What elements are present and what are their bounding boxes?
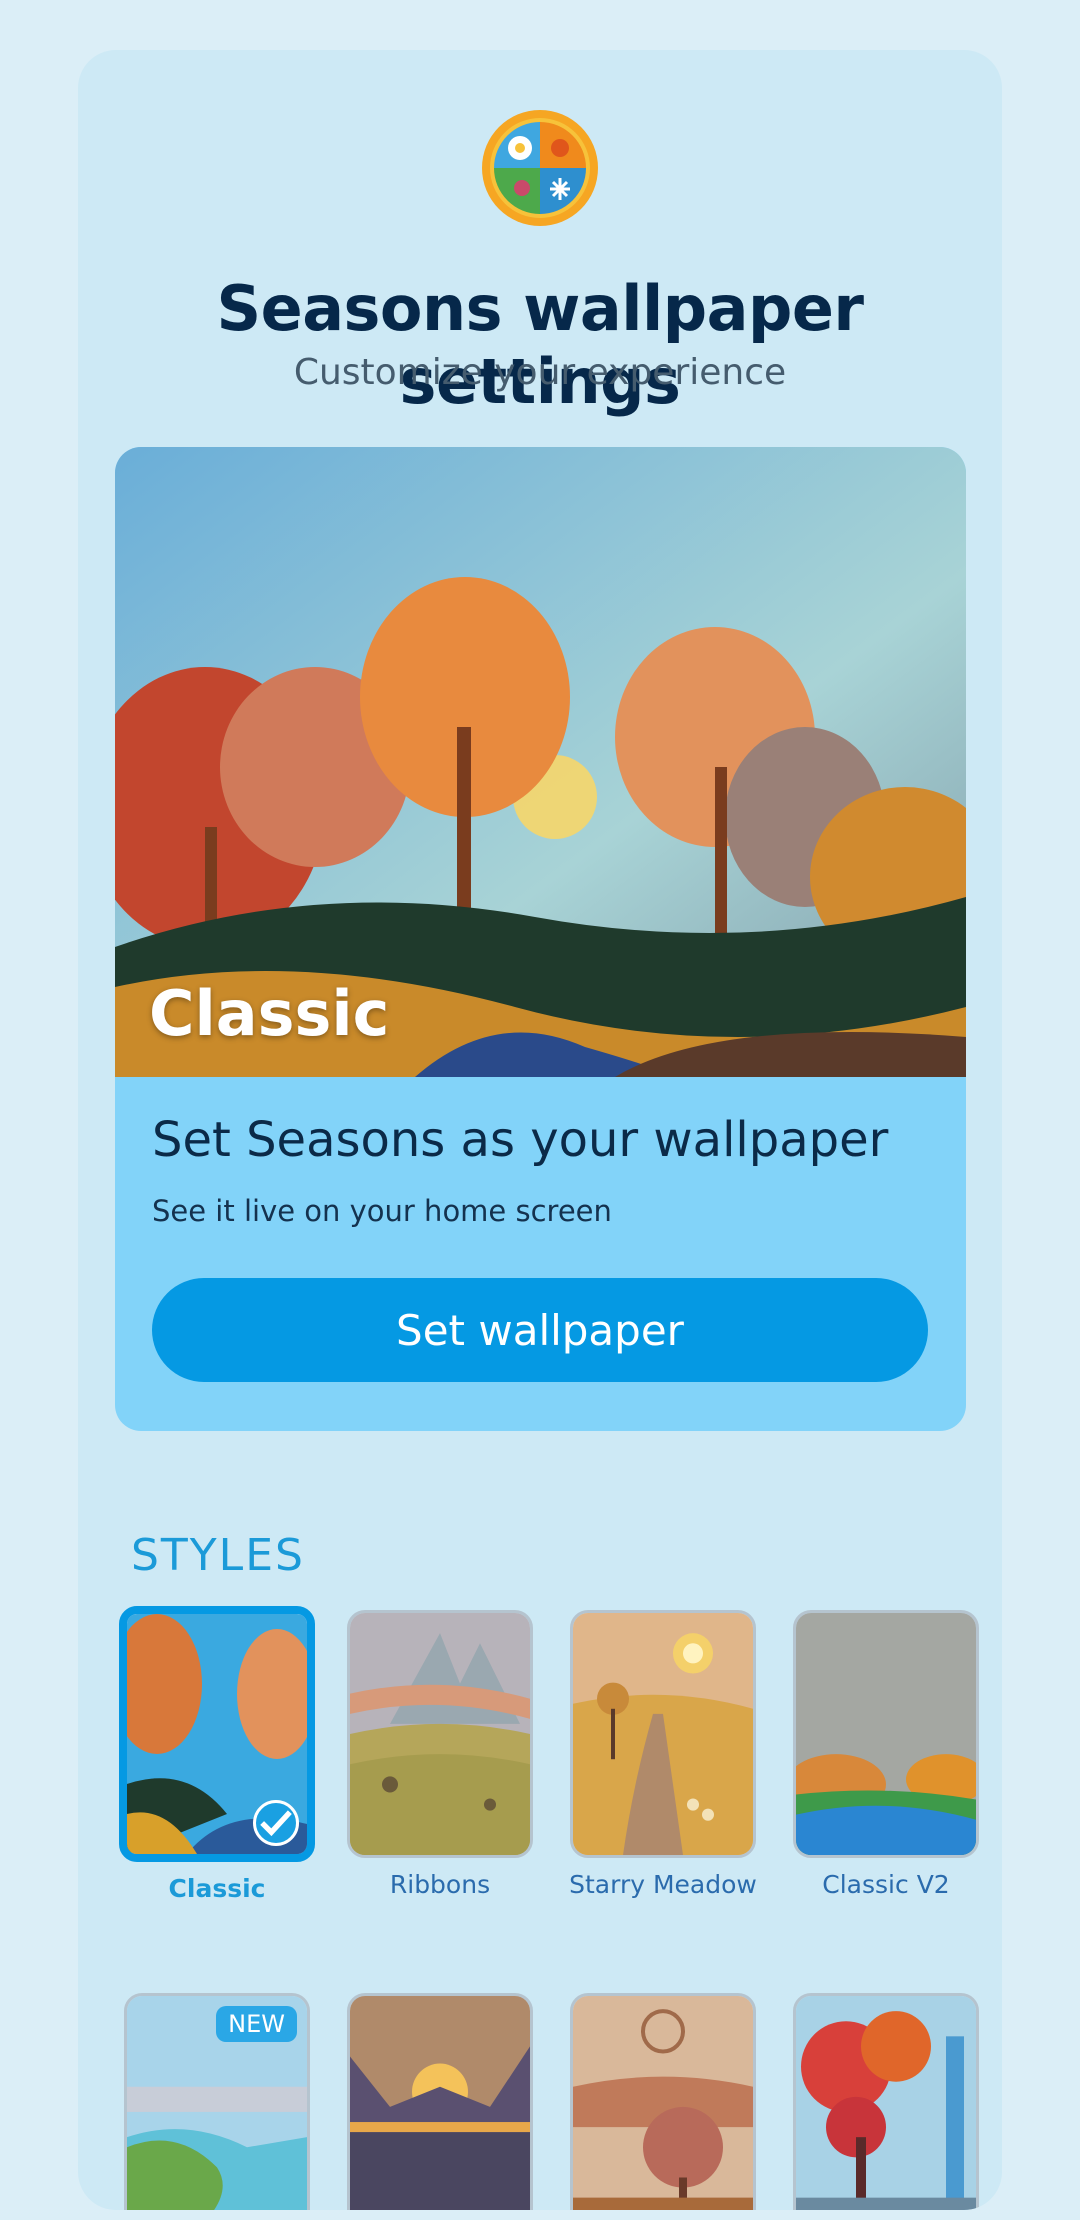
style-thumbnail[interactable]: [793, 1610, 979, 1858]
style-thumbnail[interactable]: [570, 1993, 756, 2210]
styles-section-heading: STYLES: [131, 1530, 305, 1581]
page-title: Seasons wallpaper settings: [216, 272, 864, 418]
set-wallpaper-heading: Set Seasons as your wallpaper: [152, 1112, 889, 1168]
style-tile-waterfall[interactable]: [791, 1993, 981, 2210]
settings-panel: Seasons wallpaper settings Customize you…: [78, 50, 1002, 2210]
style-tile-mosaic[interactable]: [568, 1993, 758, 2210]
ribbons-thumbnail-image: [350, 1613, 530, 1855]
set-wallpaper-button[interactable]: Set wallpaper: [152, 1278, 928, 1382]
new-badge: NEW: [216, 2006, 297, 2042]
style-thumbnail[interactable]: [347, 1610, 533, 1858]
set-wallpaper-subheading: See it live on your home screen: [152, 1194, 612, 1228]
style-thumbnail[interactable]: [570, 1610, 756, 1858]
style-tile-starry-meadow[interactable]: Starry Meadow: [568, 1610, 758, 1899]
seasons-logo-icon: [482, 110, 598, 226]
style-tile-classic-v2[interactable]: Classic V2: [791, 1610, 981, 1899]
style-label: Starry Meadow: [569, 1870, 757, 1899]
style-tile-ribbons[interactable]: Ribbons: [345, 1610, 535, 1899]
preview-style-caption: Classic: [149, 977, 390, 1050]
selected-check-icon: [253, 1800, 299, 1846]
starry-meadow-thumbnail-image: [573, 1613, 753, 1855]
style-label: Classic: [168, 1874, 266, 1903]
style-thumbnail[interactable]: [793, 1993, 979, 2210]
style-label: Classic V2: [822, 1870, 950, 1899]
wallpaper-preview-card: Classic Set Seasons as your wallpaper Se…: [115, 447, 966, 1431]
style-thumbnail[interactable]: NEW: [124, 1993, 310, 2210]
style-tile-coast[interactable]: NEW: [122, 1993, 312, 2210]
mosaic-thumbnail-image: [573, 1996, 753, 2210]
page-subtitle: Customize your experience: [293, 352, 787, 393]
style-thumbnail[interactable]: [347, 1993, 533, 2210]
classic-v2-thumbnail-image: [796, 1613, 976, 1855]
waterfall-thumbnail-image: [796, 1996, 976, 2210]
style-label: Ribbons: [389, 1870, 491, 1899]
style-thumbnail[interactable]: [119, 1606, 315, 1862]
sunset-thumbnail-image: [350, 1996, 530, 2210]
style-tile-classic[interactable]: Classic: [119, 1606, 315, 1903]
style-tile-sunset[interactable]: [345, 1993, 535, 2210]
